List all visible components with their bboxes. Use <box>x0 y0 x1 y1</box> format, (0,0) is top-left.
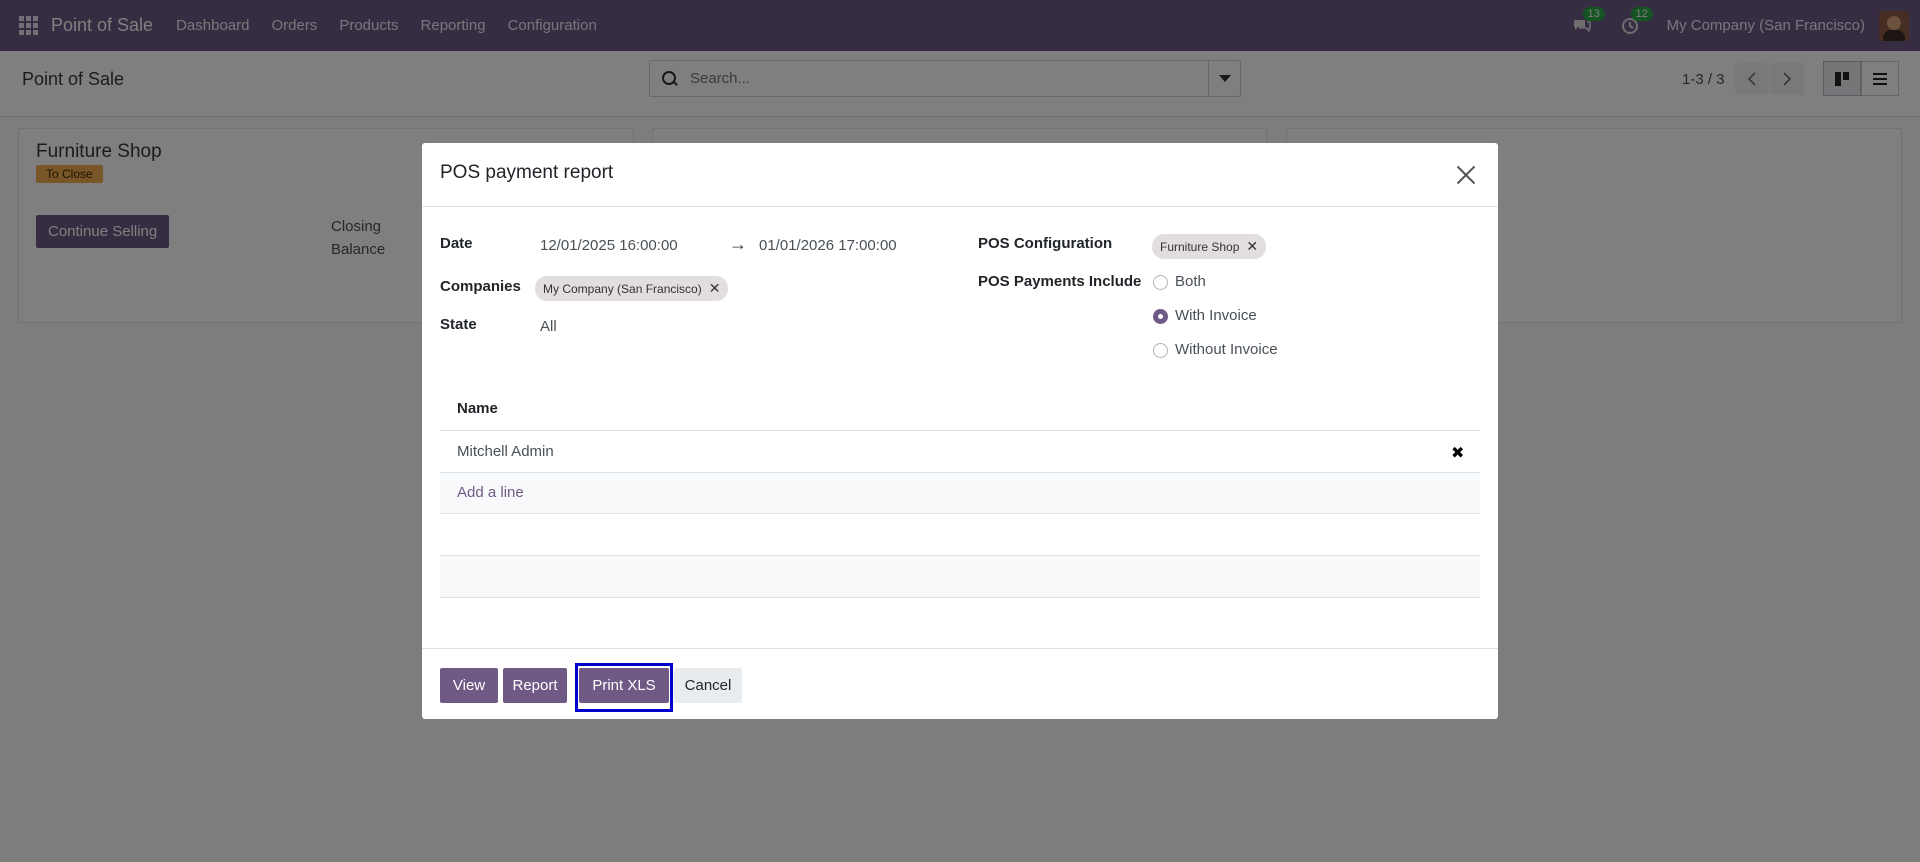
radio-with-invoice-label[interactable]: With Invoice <box>1175 307 1257 324</box>
state-select[interactable]: All <box>540 318 557 335</box>
pos-configuration-label: POS Configuration <box>978 235 1113 252</box>
radio-both[interactable] <box>1153 275 1168 290</box>
date-to-field[interactable]: 01/01/2026 17:00:00 <box>759 237 897 254</box>
highlight-box <box>575 663 673 712</box>
company-tag: My Company (San Francisco) ✕ <box>535 276 729 301</box>
date-from-field[interactable]: 12/01/2025 16:00:00 <box>540 237 678 254</box>
pos-configuration-tag: Furniture Shop ✕ <box>1152 234 1267 259</box>
modal-header: POS payment report <box>422 143 1498 207</box>
add-line-link[interactable]: Add a line <box>457 484 524 501</box>
row-name[interactable]: Mitchell Admin <box>457 443 554 460</box>
cancel-button[interactable]: Cancel <box>674 668 742 703</box>
radio-both-label[interactable]: Both <box>1175 273 1206 290</box>
add-line-row: Add a line <box>440 473 1480 514</box>
company-tag-label: My Company (San Francisco) <box>543 281 702 296</box>
arrow-right-icon: → <box>729 234 747 254</box>
radio-without-invoice-label[interactable]: Without Invoice <box>1175 341 1278 358</box>
radio-without-invoice[interactable] <box>1153 343 1168 358</box>
close-icon[interactable] <box>1456 165 1476 185</box>
delete-row-icon[interactable]: ✖ <box>1451 443 1464 463</box>
payments-include-label: POS Payments Include <box>978 273 1142 290</box>
users-table-header: Name <box>440 388 1480 431</box>
empty-row <box>440 556 1480 598</box>
remove-tag-icon[interactable]: ✕ <box>1246 238 1258 255</box>
view-button[interactable]: View <box>440 668 498 703</box>
radio-with-invoice[interactable] <box>1153 309 1168 324</box>
date-label: Date <box>440 235 473 252</box>
report-button[interactable]: Report <box>503 668 567 703</box>
remove-tag-icon[interactable]: ✕ <box>709 280 721 297</box>
modal-footer: View Report Print XLS Cancel <box>422 648 1498 719</box>
column-name-header[interactable]: Name <box>457 400 498 417</box>
pos-payment-report-dialog: POS payment report Date 12/01/2025 16:00… <box>422 143 1498 719</box>
companies-label: Companies <box>440 278 521 295</box>
modal-title: POS payment report <box>440 162 614 183</box>
table-row[interactable]: Mitchell Admin ✖ <box>440 432 1480 473</box>
empty-row <box>440 514 1480 556</box>
state-label: State <box>440 316 477 333</box>
pos-configuration-tag-label: Furniture Shop <box>1160 239 1240 254</box>
